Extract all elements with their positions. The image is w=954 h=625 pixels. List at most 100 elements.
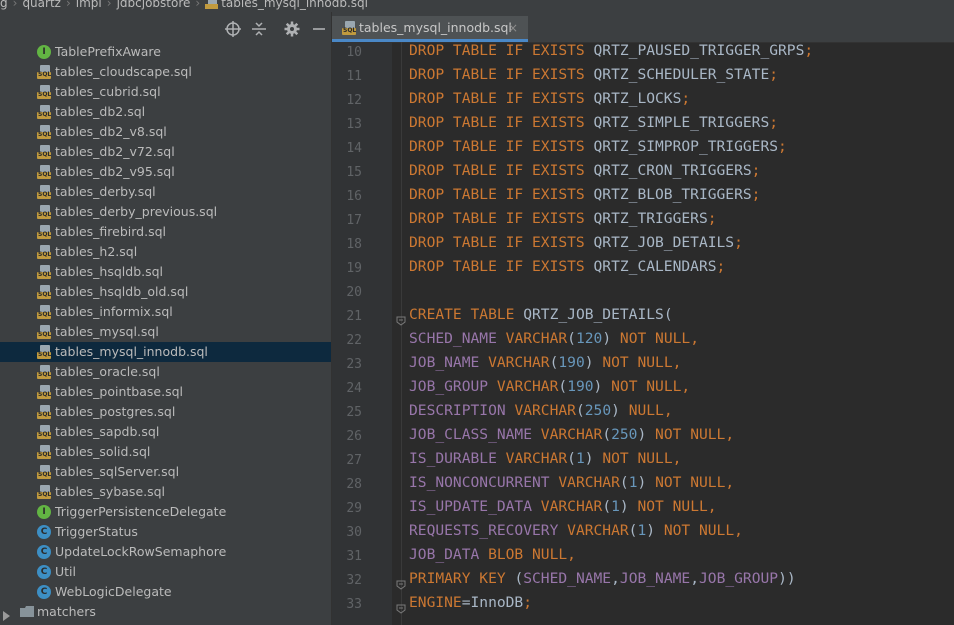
tree-item[interactable]: SQL tables_pointbase.sql: [0, 382, 331, 402]
tree-item[interactable]: SQL tables_firebird.sql: [0, 222, 331, 242]
tree-item[interactable]: SQL tables_db2_v72.sql: [0, 142, 331, 162]
breadcrumb-separator: ›: [195, 0, 201, 10]
tree-item[interactable]: SQL tables_sapdb.sql: [0, 422, 331, 442]
tree-item[interactable]: SQL tables_hsqldb.sql: [0, 262, 331, 282]
code-token: ,: [611, 570, 620, 587]
tab-tables-mysql-innodb[interactable]: SQL tables_mysql_innodb.sql ×: [332, 16, 528, 42]
tree-item[interactable]: I TriggerPersistenceDelegate: [0, 502, 331, 522]
tree-item[interactable]: SQL tables_db2_v95.sql: [0, 162, 331, 182]
code-token: VARCHAR: [558, 474, 620, 491]
tree-item-label: tables_cubrid.sql: [55, 84, 161, 99]
fold-icon[interactable]: [396, 579, 406, 590]
sql-file-icon: SQL: [342, 21, 357, 36]
tree-item-label: tables_hsqldb_old.sql: [55, 284, 189, 299]
code-token: CREATE TABLE: [409, 306, 524, 323]
code-line: DESCRIPTION VARCHAR(250) NULL,: [409, 402, 673, 419]
code-token: 250: [611, 426, 638, 443]
breadcrumb-item[interactable]: jdbcjobstore: [117, 0, 191, 9]
line-number-gutter: 10 11 12 13 14 15 16 17 18 19 20 21 22 23 24 25 26 27 28 29…: [332, 42, 392, 625]
tree-item-label: TriggerPersistenceDelegate: [55, 504, 227, 519]
breadcrumb-item[interactable]: g: [0, 0, 8, 9]
code-line: ENGINE=InnoDB;: [409, 594, 532, 611]
tree-item[interactable]: C Util: [0, 562, 331, 582]
code-token: ;: [734, 234, 743, 251]
tab-label: tables_mysql_innodb.sql: [359, 20, 512, 35]
minimize-icon[interactable]: [310, 20, 328, 38]
tree-item[interactable]: C UpdateLockRowSemaphore: [0, 542, 331, 562]
chevron-right-icon[interactable]: [3, 607, 11, 621]
code-token: BLOB NULL,: [488, 546, 576, 563]
line-number: 33: [346, 597, 362, 612]
code-token: NOT NULL,: [663, 522, 743, 539]
tree-item[interactable]: SQL tables_mysql_innodb.sql: [0, 342, 331, 362]
close-icon[interactable]: ×: [508, 21, 518, 35]
tree-item-label: tables_mysql_innodb.sql: [55, 344, 208, 359]
code-token: ;: [804, 42, 814, 59]
sql-file-icon: SQL: [37, 85, 52, 100]
tree-item[interactable]: SQL tables_informix.sql: [0, 302, 331, 322]
code-token: ): [593, 378, 612, 395]
code-token: VARCHAR: [496, 378, 559, 395]
code-token: (: [602, 498, 612, 515]
tree-item[interactable]: SQL tables_sybase.sql: [0, 482, 331, 502]
sql-file-icon: SQL: [37, 245, 52, 260]
tree-item[interactable]: SQL tables_solid.sql: [0, 442, 331, 462]
editor-tab-bar: SQL tables_mysql_innodb.sql ×: [332, 12, 954, 43]
tree-item[interactable]: I TablePrefixAware: [0, 42, 331, 62]
code-line: DROP TABLE IF EXISTS QRTZ_SIMPLE_TRIGGER…: [409, 114, 778, 131]
tree-item-label: tables_db2_v72.sql: [55, 144, 175, 159]
tree-item-label: tables_postgres.sql: [55, 404, 176, 419]
code-line: JOB_CLASS_NAME VARCHAR(250) NOT NULL,: [409, 426, 734, 443]
tree-item-label: UpdateLockRowSemaphore: [55, 544, 227, 559]
tree-item[interactable]: C WebLogicDelegate: [0, 582, 331, 602]
tree-item[interactable]: SQL tables_sqlServer.sql: [0, 462, 331, 482]
breadcrumb-item[interactable]: tables_mysql_innodb.sql: [221, 0, 368, 9]
tree-item[interactable]: SQL tables_mysql.sql: [0, 322, 331, 342]
code-token: 250: [584, 402, 612, 419]
tree-item[interactable]: SQL tables_cloudscape.sql: [0, 62, 331, 82]
tree-item[interactable]: SQL tables_derby.sql: [0, 182, 331, 202]
code-token: JOB_NAME: [619, 570, 691, 587]
tree-folder[interactable]: matchers: [0, 602, 331, 622]
sql-file-icon: SQL: [37, 465, 52, 480]
collapse-icon[interactable]: [250, 20, 268, 38]
class-icon: C: [37, 545, 52, 560]
breadcrumb-separator: ›: [12, 0, 18, 10]
tree-item[interactable]: SQL tables_db2.sql: [0, 102, 331, 122]
breadcrumb-item[interactable]: impl: [76, 0, 102, 9]
tree-item[interactable]: SQL tables_db2_v8.sql: [0, 122, 331, 142]
code-token: DROP TABLE IF EXISTS: [409, 234, 594, 251]
sql-file-icon: SQL: [37, 385, 52, 400]
project-toolbar: [0, 12, 331, 46]
code-token: IS_DURABLE: [409, 450, 506, 467]
code-token: JOB_GROUP: [409, 378, 497, 395]
tree-item[interactable]: SQL tables_cubrid.sql: [0, 82, 331, 102]
tree-item-label: tables_informix.sql: [55, 304, 173, 319]
tree-item[interactable]: C TriggerStatus: [0, 522, 331, 542]
tree-item[interactable]: SQL tables_postgres.sql: [0, 402, 331, 422]
line-number: 12: [346, 93, 362, 108]
code-token: NOT NULL,: [655, 474, 735, 491]
tree-item[interactable]: SQL tables_oracle.sql: [0, 362, 331, 382]
code-token: NOT NULL,: [611, 378, 691, 395]
fold-icon[interactable]: [396, 315, 406, 326]
tree-item[interactable]: SQL tables_h2.sql: [0, 242, 331, 262]
tree-item-label: matchers: [37, 604, 96, 619]
editor: SQL tables_mysql_innodb.sql × 10 11 12 13 14…: [332, 12, 954, 625]
code-token: QRTZ_JOB_DETAILS: [593, 234, 735, 251]
tree-item[interactable]: SQL tables_hsqldb_old.sql: [0, 282, 331, 302]
tree-item[interactable]: SQL tables_derby_previous.sql: [0, 202, 331, 222]
code-token: DESCRIPTION: [409, 402, 515, 419]
sql-file-icon: SQL: [37, 165, 52, 180]
locate-icon[interactable]: [224, 20, 242, 38]
fold-icon[interactable]: [396, 603, 406, 614]
breadcrumb-item[interactable]: quartz: [22, 0, 61, 9]
code-token: NOT NULL,: [602, 450, 682, 467]
tree-item-label: TablePrefixAware: [55, 44, 161, 59]
line-number: 19: [346, 261, 362, 276]
code-line: JOB_NAME VARCHAR(190) NOT NULL,: [409, 354, 681, 371]
sql-file-icon: SQL: [37, 345, 52, 360]
line-number: 28: [346, 477, 362, 492]
gear-icon[interactable]: [283, 20, 301, 38]
code-line: DROP TABLE IF EXISTS QRTZ_BLOB_TRIGGERS;: [409, 186, 760, 203]
